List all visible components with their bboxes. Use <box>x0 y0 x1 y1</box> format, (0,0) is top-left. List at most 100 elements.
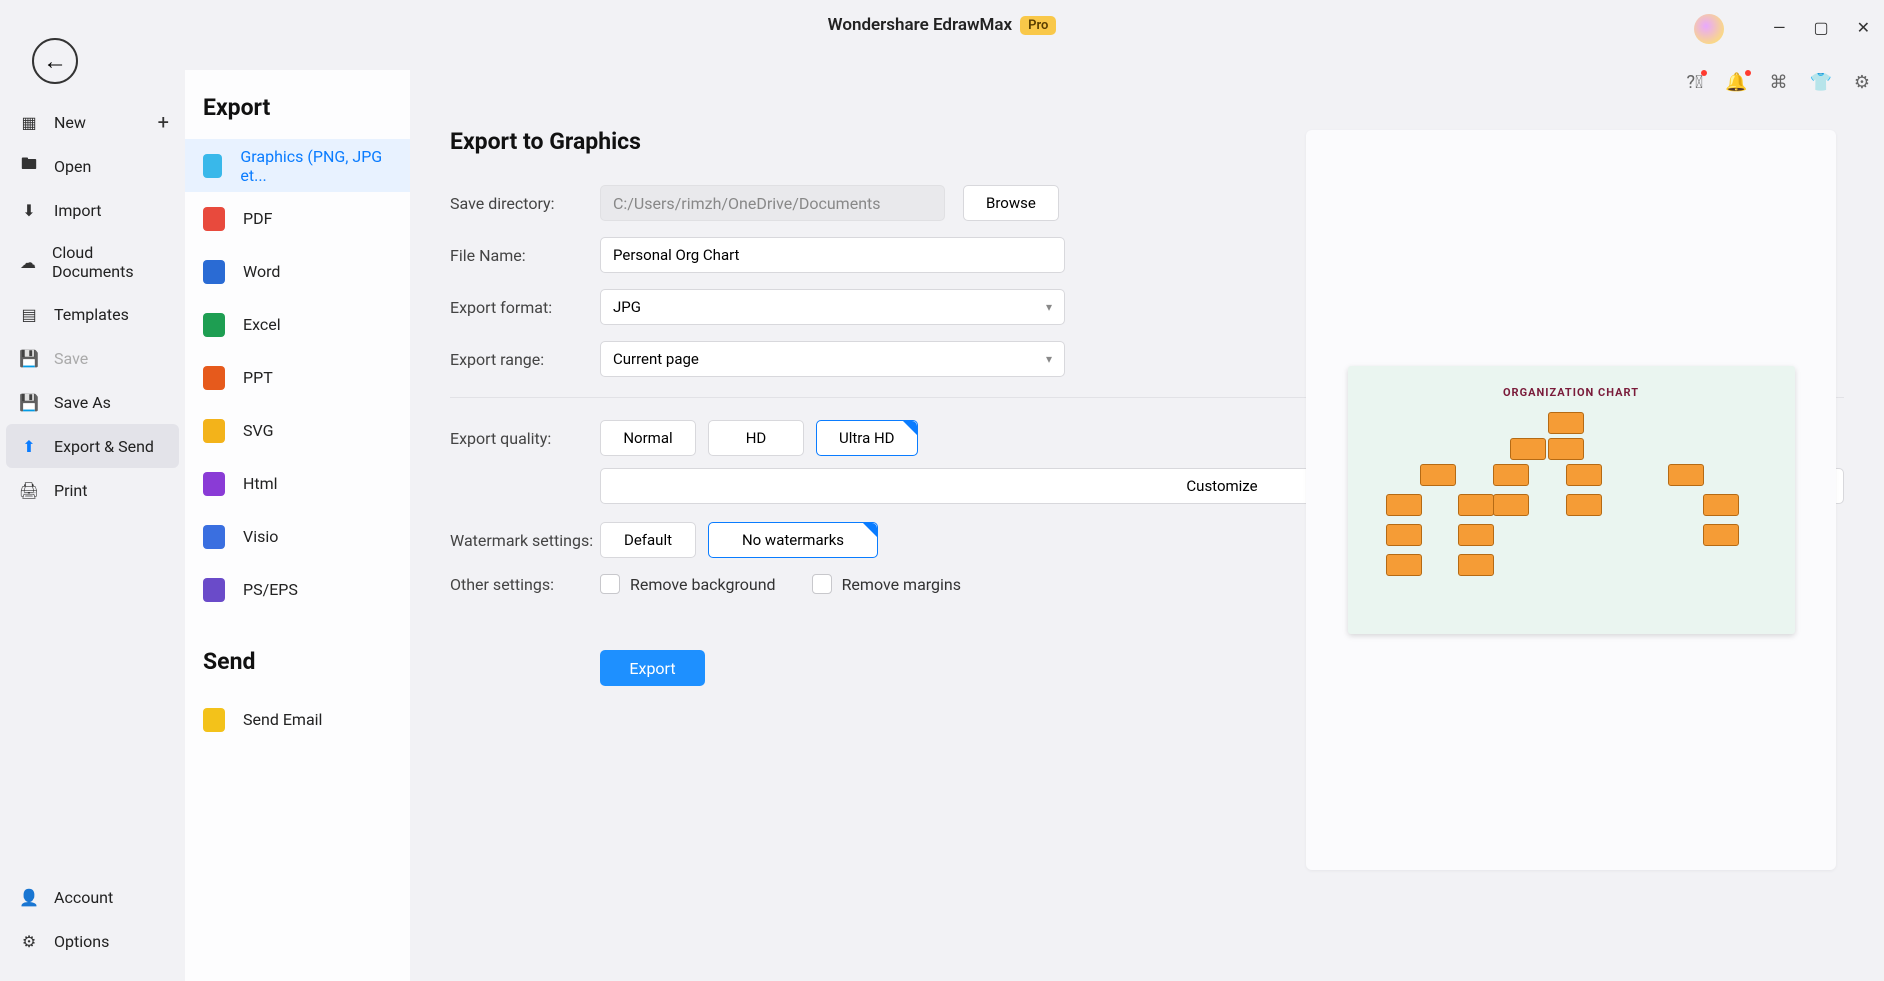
app-title: Wondershare EdrawMax <box>828 15 1012 35</box>
export-type-graphics[interactable]: Graphics (PNG, JPG et... <box>185 139 410 192</box>
export-format-select[interactable]: JPG <box>600 289 1065 325</box>
export-type-excel[interactable]: Excel <box>185 298 410 351</box>
sidebar-label: Save <box>54 349 88 368</box>
es-label: Graphics (PNG, JPG et... <box>240 147 392 185</box>
export-type-pdf[interactable]: PDF <box>185 192 410 245</box>
excel-icon <box>203 313 225 337</box>
sidebar-item-templates[interactable]: ▤ Templates <box>0 292 185 336</box>
pro-badge: Pro <box>1020 16 1056 35</box>
save-directory-input[interactable]: C:/Users/rimzh/OneDrive/Documents <box>600 185 945 221</box>
export-heading: Export <box>185 88 410 139</box>
bell-icon[interactable]: 🔔 <box>1725 72 1747 93</box>
export-button[interactable]: Export <box>600 650 705 686</box>
label-save-dir: Save directory: <box>450 194 600 213</box>
es-label: Visio <box>243 527 278 546</box>
watermark-none[interactable]: No watermarks <box>708 522 878 558</box>
export-icon: ⬆ <box>18 435 40 457</box>
window-controls: — ▢ ✕ <box>1773 18 1870 37</box>
label-file-name: File Name: <box>450 246 600 265</box>
graphics-icon <box>203 154 222 178</box>
label-quality: Export quality: <box>450 429 600 448</box>
sidebar-item-account[interactable]: 👤 Account <box>0 875 185 919</box>
help-icon[interactable]: ?⃝ <box>1687 72 1704 93</box>
checkbox-icon <box>600 574 620 594</box>
es-label: Word <box>243 262 280 281</box>
export-type-word[interactable]: Word <box>185 245 410 298</box>
label-format: Export format: <box>450 298 600 317</box>
export-type-pseps[interactable]: PS/EPS <box>185 563 410 616</box>
browse-button[interactable]: Browse <box>963 185 1059 221</box>
title-bar: Wondershare EdrawMax Pro <box>0 0 1884 50</box>
export-type-visio[interactable]: Visio <box>185 510 410 563</box>
file-name-input[interactable] <box>600 237 1065 273</box>
es-label: PDF <box>243 209 272 228</box>
visio-icon <box>203 525 225 549</box>
sidebar-label: Open <box>54 157 91 176</box>
label-other: Other settings: <box>450 575 600 594</box>
topbar-icons: ?⃝ 🔔 ⌘ 👕 ⚙ <box>1687 72 1870 93</box>
sidebar-item-print[interactable]: 🖨 Print <box>0 468 185 512</box>
sidebar-item-cloud[interactable]: ☁ Cloud Documents <box>0 232 185 292</box>
es-label: PS/EPS <box>243 580 298 599</box>
quality-normal[interactable]: Normal <box>600 420 696 456</box>
print-icon: 🖨 <box>18 479 40 501</box>
es-label: PPT <box>243 368 273 387</box>
user-avatar[interactable] <box>1694 14 1724 44</box>
export-type-ppt[interactable]: PPT <box>185 351 410 404</box>
close-icon[interactable]: ✕ <box>1857 18 1870 37</box>
preview-panel: ORGANIZATION CHART <box>1306 130 1836 870</box>
es-label: Send Email <box>243 710 322 729</box>
html-icon <box>203 472 225 496</box>
quality-hd[interactable]: HD <box>708 420 804 456</box>
ppt-icon <box>203 366 225 390</box>
export-range-select[interactable]: Current page <box>600 341 1065 377</box>
email-icon <box>203 708 225 732</box>
pdf-icon <box>203 207 225 231</box>
left-sidebar: ▦ New + 🖿 Open ⬇ Import ☁ Cloud Document… <box>0 100 185 981</box>
sidebar-label: New <box>54 113 86 132</box>
maximize-icon[interactable]: ▢ <box>1813 18 1828 37</box>
cloud-icon: ☁ <box>18 251 38 273</box>
download-icon: ⬇ <box>18 199 40 221</box>
sidebar-item-save: 💾 Save <box>0 336 185 380</box>
remove-margins-checkbox[interactable]: Remove margins <box>812 574 961 594</box>
plus-icon[interactable]: + <box>158 110 169 134</box>
gear-icon: ⚙ <box>18 930 40 952</box>
sidebar-label: Options <box>54 932 109 951</box>
sidebar-item-new[interactable]: ▦ New + <box>0 100 185 144</box>
es-label: Html <box>243 474 278 493</box>
shirt-icon[interactable]: 👕 <box>1809 72 1831 93</box>
template-icon: ▤ <box>18 303 40 325</box>
checkbox-icon <box>812 574 832 594</box>
export-type-html[interactable]: Html <box>185 457 410 510</box>
svg-icon <box>203 419 225 443</box>
sidebar-item-open[interactable]: 🖿 Open <box>0 144 185 188</box>
es-label: Excel <box>243 315 281 334</box>
label-watermark: Watermark settings: <box>450 531 600 550</box>
es-label: SVG <box>243 421 273 440</box>
minimize-icon[interactable]: — <box>1773 18 1786 37</box>
preview-title: ORGANIZATION CHART <box>1348 386 1795 399</box>
sidebar-item-options[interactable]: ⚙ Options <box>0 919 185 963</box>
sidebar-label: Cloud Documents <box>52 243 167 281</box>
sidebar-label: Account <box>54 888 113 907</box>
word-icon <box>203 260 225 284</box>
send-email[interactable]: Send Email <box>185 693 410 746</box>
watermark-default[interactable]: Default <box>600 522 696 558</box>
quality-ultra-hd[interactable]: Ultra HD <box>816 420 918 456</box>
sidebar-item-save-as[interactable]: 💾 Save As <box>0 380 185 424</box>
save-as-icon: 💾 <box>18 391 40 413</box>
sidebar-item-export-send[interactable]: ⬆ Export & Send <box>6 424 179 468</box>
preview-thumbnail: ORGANIZATION CHART <box>1348 366 1795 634</box>
settings-icon[interactable]: ⚙ <box>1854 72 1870 93</box>
remove-background-checkbox[interactable]: Remove background <box>600 574 776 594</box>
sidebar-item-import[interactable]: ⬇ Import <box>0 188 185 232</box>
back-button[interactable]: ← <box>32 38 78 84</box>
save-icon: 💾 <box>18 347 40 369</box>
send-heading: Send <box>185 642 410 693</box>
account-icon: 👤 <box>18 886 40 908</box>
export-type-svg[interactable]: SVG <box>185 404 410 457</box>
label-range: Export range: <box>450 350 600 369</box>
pseps-icon <box>203 578 225 602</box>
grid-icon[interactable]: ⌘ <box>1769 72 1787 93</box>
